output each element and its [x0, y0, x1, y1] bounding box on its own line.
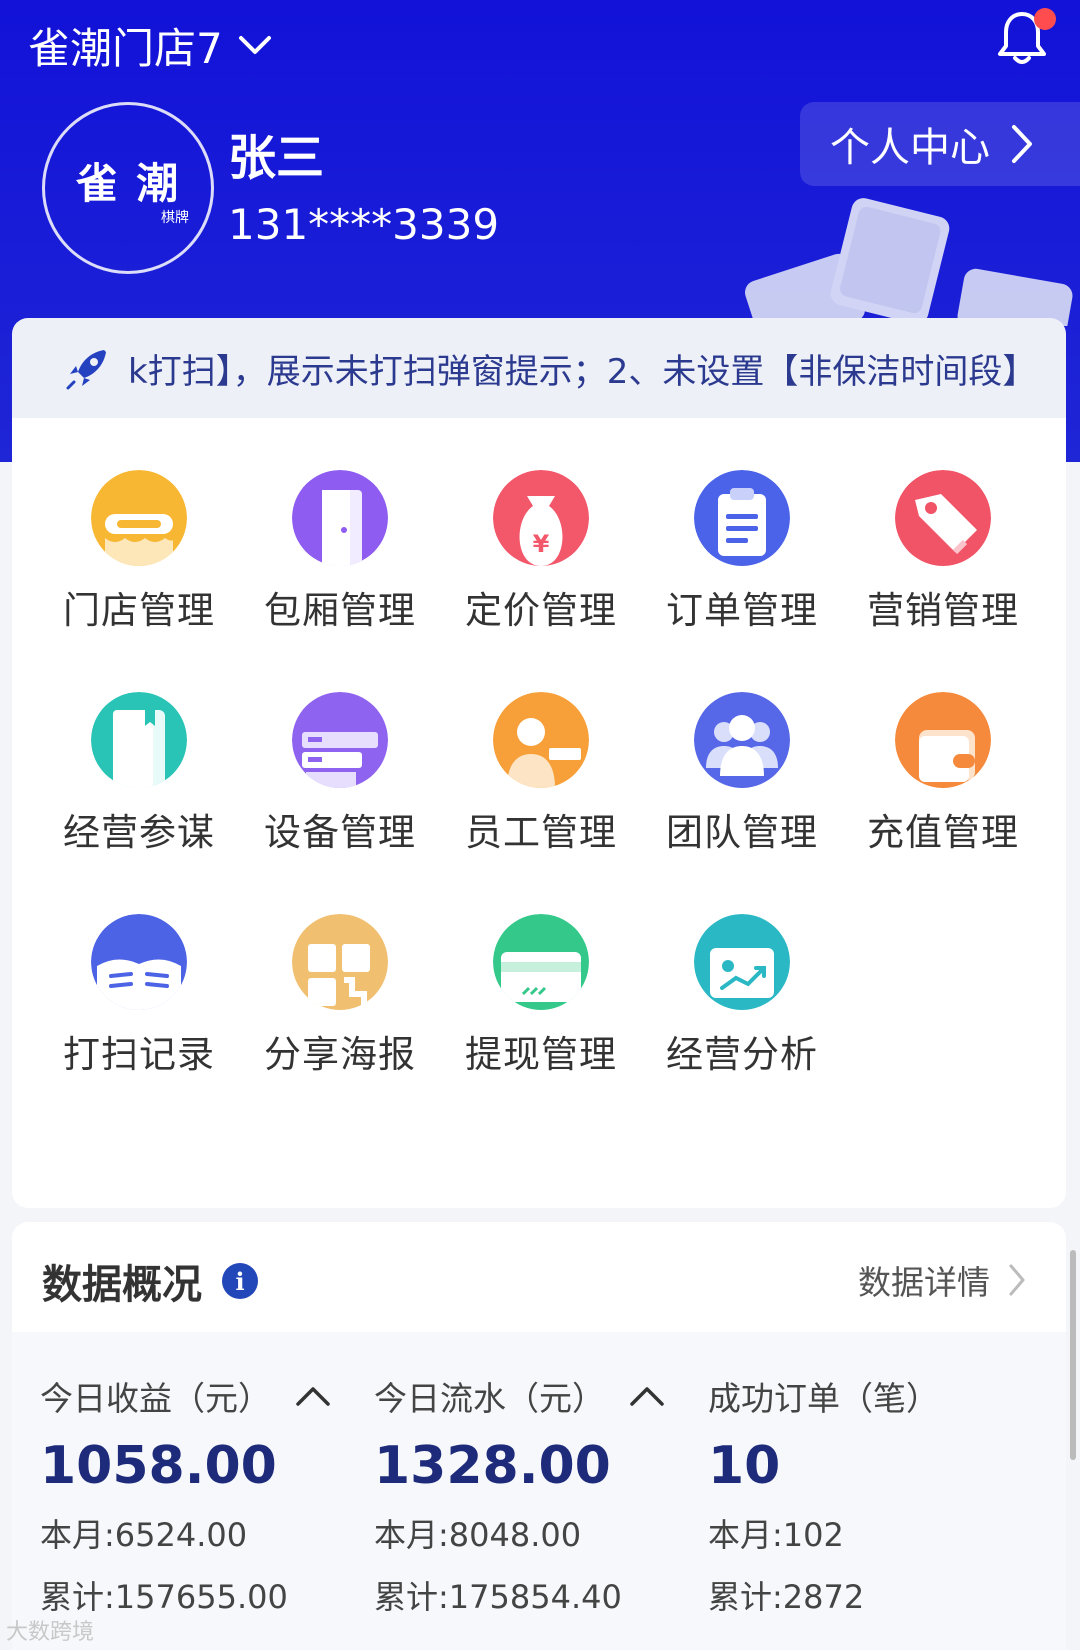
poster-icon [292, 914, 388, 1010]
chevron-down-icon [238, 36, 271, 54]
tag-icon [895, 470, 991, 566]
stat-value: 1058.00 [40, 1436, 277, 1496]
staff-icon [493, 692, 589, 788]
menu-item-cleaning-records[interactable]: 打扫记录 [39, 914, 239, 1114]
money-bag-icon: ¥ [493, 470, 589, 566]
menu-item-room-management[interactable]: 包厢管理 [240, 470, 440, 670]
menu-label: 订单管理 [666, 589, 818, 632]
menu-item-withdrawal-management[interactable]: 提现管理 [441, 914, 641, 1114]
notification-dot [1034, 8, 1056, 30]
menu-item-pricing-management[interactable]: ¥ 定价管理 [441, 470, 641, 670]
function-menu: 门店管理 包厢管理 ¥ 定价管理 订单管理 营销管理 经营参谋 设备管理 员工管… [12, 418, 1066, 1208]
data-detail-label: 数据详情 [858, 1263, 990, 1302]
device-icon [292, 692, 388, 788]
stat-label: 今日收益（元） [40, 1379, 271, 1418]
menu-label: 定价管理 [465, 589, 617, 632]
bell-icon[interactable] [992, 8, 1056, 68]
chevron-up-icon[interactable] [629, 1385, 665, 1407]
menu-label: 打扫记录 [63, 1033, 215, 1076]
stat-label-row: 今日收益（元） [40, 1372, 370, 1420]
menu-label: 经营参谋 [63, 811, 215, 854]
notice-bar[interactable]: k打扫】，展示未打扫弹窗提示；2、未设置【非保洁时间段】 [12, 318, 1066, 418]
menu-label: 营销管理 [867, 589, 1019, 632]
menu-label: 包厢管理 [264, 589, 416, 632]
record-icon [91, 914, 187, 1010]
stat-value: 1328.00 [374, 1436, 611, 1496]
door-icon [292, 470, 388, 566]
user-phone: 131****3339 [228, 200, 500, 249]
watermark-text: 大数跨境 [6, 1620, 95, 1645]
menu-item-recharge-management[interactable]: 充值管理 [843, 692, 1043, 892]
avatar-logo-sub: 棋牌 [161, 209, 189, 226]
book-icon [91, 692, 187, 788]
stat-label: 今日流水（元） [374, 1379, 605, 1418]
menu-item-business-analysis[interactable]: 经营分析 [642, 914, 842, 1114]
svg-text:¥: ¥ [533, 530, 550, 558]
team-icon [694, 692, 790, 788]
store-icon [91, 470, 187, 566]
menu-item-staff-management[interactable]: 员工管理 [441, 692, 641, 892]
stat-today-flow: 今日流水（元） 1328.00 本月:8048.00 累计:175854.40 [374, 1372, 704, 1618]
wallet-icon [895, 692, 991, 788]
mahjong-tiles-illustration [744, 198, 1073, 326]
data-overview-title-row: 数据概况 i [42, 1252, 258, 1310]
watermark: 大数跨境 [6, 1614, 94, 1646]
analysis-icon [694, 914, 790, 1010]
stat-value: 10 [708, 1436, 781, 1496]
rocket-icon [66, 350, 106, 390]
data-detail-link[interactable]: 数据详情 [858, 1256, 1026, 1304]
avatar[interactable]: 雀 潮 棋牌 [42, 102, 214, 274]
stat-month: 本月:6524.00 [40, 1516, 248, 1554]
data-overview-card: 数据概况 i 数据详情 今日收益（元） 1058.00 本月:6524.00 累… [12, 1222, 1066, 1650]
stat-total: 累计:2872 [708, 1578, 865, 1616]
menu-item-business-advisor[interactable]: 经营参谋 [39, 692, 239, 892]
stat-total: 累计:157655.00 [40, 1578, 288, 1616]
menu-label: 提现管理 [465, 1033, 617, 1076]
personal-center-button[interactable]: 个人中心 [800, 102, 1080, 186]
menu-item-order-management[interactable]: 订单管理 [642, 470, 842, 670]
notice-text: k打扫】，展示未打扫弹窗提示；2、未设置【非保洁时间段】 [128, 351, 1037, 392]
clipboard-icon [694, 470, 790, 566]
store-name: 雀潮门店7 [28, 23, 223, 73]
menu-item-marketing-management[interactable]: 营销管理 [843, 470, 1043, 670]
stat-label: 成功订单（笔） [708, 1379, 939, 1418]
store-selector[interactable]: 雀潮门店7 [28, 10, 273, 80]
stat-total: 累计:175854.40 [374, 1578, 622, 1616]
stat-label-row: 今日流水（元） [374, 1372, 704, 1420]
chevron-right-icon [1009, 1264, 1025, 1296]
menu-label: 分享海报 [264, 1033, 416, 1076]
stat-today-income: 今日收益（元） 1058.00 本月:6524.00 累计:157655.00 [40, 1372, 370, 1618]
scrollbar[interactable] [1070, 1250, 1076, 1460]
info-icon[interactable]: i [222, 1263, 258, 1299]
menu-label: 经营分析 [666, 1033, 818, 1076]
menu-item-team-management[interactable]: 团队管理 [642, 692, 842, 892]
card-icon [493, 914, 589, 1010]
menu-label: 员工管理 [465, 811, 617, 854]
menu-label: 门店管理 [63, 589, 215, 632]
stat-label-row: 成功订单（笔） [708, 1372, 1038, 1420]
personal-center-label: 个人中心 [830, 125, 990, 171]
chevron-up-icon[interactable] [295, 1385, 331, 1407]
user-name: 张三 [228, 130, 325, 186]
menu-item-share-poster[interactable]: 分享海报 [240, 914, 440, 1114]
stats-panel: 今日收益（元） 1058.00 本月:6524.00 累计:157655.00 … [12, 1332, 1066, 1650]
avatar-logo: 雀 潮 [75, 158, 181, 208]
chevron-right-icon [1012, 125, 1032, 163]
menu-item-device-management[interactable]: 设备管理 [240, 692, 440, 892]
menu-item-store-management[interactable]: 门店管理 [39, 470, 239, 670]
stat-month: 本月:8048.00 [374, 1516, 582, 1554]
stat-month: 本月:102 [708, 1516, 844, 1554]
stat-successful-orders: 成功订单（笔） 10 本月:102 累计:2872 [708, 1372, 1038, 1618]
menu-label: 充值管理 [867, 811, 1019, 854]
menu-label: 团队管理 [666, 811, 818, 854]
menu-label: 设备管理 [264, 811, 416, 854]
data-overview-title: 数据概况 [42, 1262, 202, 1308]
